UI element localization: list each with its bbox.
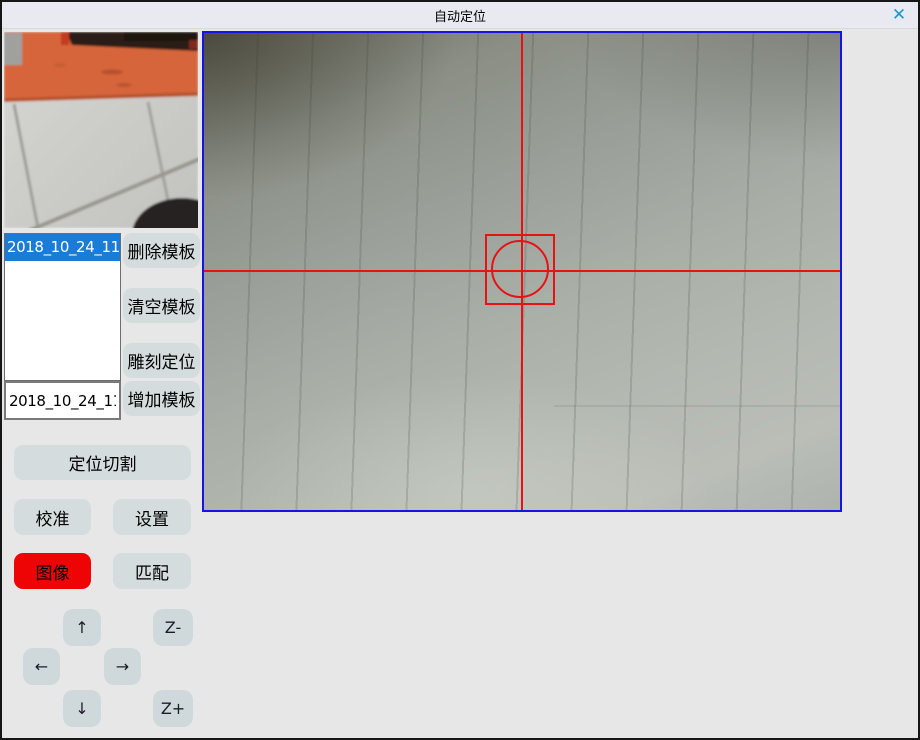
jog-z-plus-button[interactable]: Z+ — [153, 690, 193, 727]
auto-position-dialog: 自动定位 ✕ — [0, 0, 920, 740]
match-button[interactable]: 匹配 — [113, 553, 191, 589]
add-template-button[interactable]: 增加模板 — [123, 381, 200, 416]
arrow-left-icon: ← — [35, 657, 48, 676]
camera-view[interactable] — [202, 31, 842, 512]
close-button[interactable]: ✕ — [886, 3, 912, 27]
template-preview-photo — [4, 32, 198, 228]
delete-template-button[interactable]: 删除模板 — [123, 233, 200, 268]
arrow-down-icon: ↓ — [75, 699, 88, 718]
arrow-right-icon: → — [116, 657, 129, 676]
image-button-active[interactable]: 图像 — [14, 553, 91, 589]
jog-up-button[interactable]: ↑ — [63, 609, 101, 646]
template-list[interactable]: 2018_10_24_11 — [4, 233, 121, 381]
jog-left-button[interactable]: ← — [23, 648, 60, 685]
arrow-up-icon: ↑ — [75, 618, 88, 637]
template-preview-image — [4, 32, 198, 228]
jog-z-minus-button[interactable]: Z- — [153, 609, 193, 646]
position-cut-button[interactable]: 定位切割 — [14, 445, 191, 480]
template-name-input[interactable] — [4, 381, 121, 420]
target-circle-overlay — [491, 240, 549, 298]
calibrate-button[interactable]: 校准 — [14, 499, 91, 535]
jog-down-button[interactable]: ↓ — [63, 690, 101, 727]
settings-button[interactable]: 设置 — [113, 499, 191, 535]
template-list-item[interactable]: 2018_10_24_11 — [5, 234, 120, 261]
dialog-title: 自动定位 — [434, 6, 486, 25]
jog-right-button[interactable]: → — [104, 648, 141, 685]
title-bar: 自动定位 ✕ — [2, 2, 918, 29]
clear-template-button[interactable]: 清空模板 — [123, 288, 200, 323]
engrave-position-button[interactable]: 雕刻定位 — [123, 343, 200, 378]
close-icon: ✕ — [892, 5, 906, 25]
